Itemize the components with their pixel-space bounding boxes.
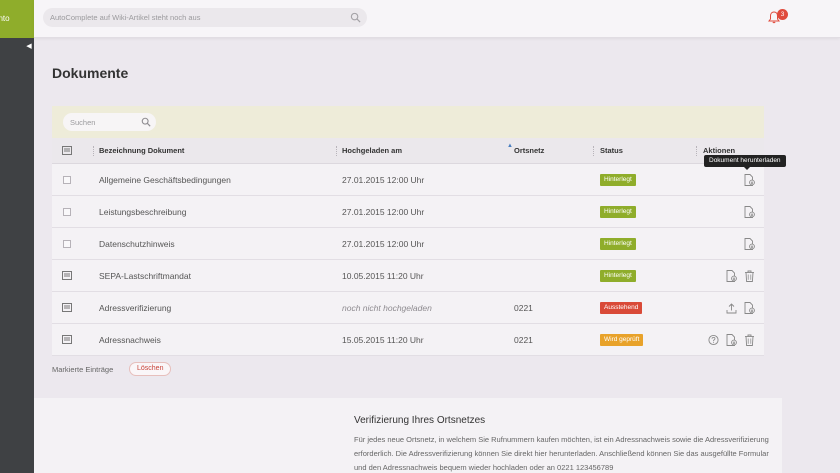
- status-badge: Hinterlegt: [600, 238, 636, 250]
- row-checkbox[interactable]: [63, 240, 71, 248]
- brand-logo[interactable]: onto: [0, 0, 34, 38]
- row-select-icon[interactable]: [62, 303, 72, 312]
- global-search-input[interactable]: [50, 8, 340, 27]
- status-badge: Ausstehend: [600, 302, 643, 314]
- page-title: Dokumente: [52, 65, 129, 81]
- uploaded-date: 15.05.2015 11:20 Uhr: [342, 335, 424, 345]
- uploaded-date: 10.05.2015 11:20 Uhr: [342, 271, 424, 281]
- row-select-icon[interactable]: [62, 271, 72, 280]
- left-rail: [0, 0, 34, 473]
- document-name[interactable]: Adressnachweis: [99, 324, 161, 356]
- delete-button[interactable]: Löschen: [129, 362, 172, 376]
- upload-icon[interactable]: [726, 302, 737, 314]
- download-document-icon[interactable]: [726, 270, 737, 282]
- select-all-icon[interactable]: [62, 146, 72, 155]
- documents-panel: Bezeichnung Dokument Hochgeladen am ▲ Or…: [52, 106, 764, 356]
- filter-bar: [52, 106, 764, 138]
- top-bar: 3: [34, 0, 840, 38]
- download-document-icon[interactable]: [744, 206, 755, 218]
- table-header: Bezeichnung Dokument Hochgeladen am ▲ Or…: [52, 138, 764, 164]
- document-name[interactable]: Datenschutzhinweis: [99, 228, 175, 260]
- download-document-icon[interactable]: [744, 238, 755, 250]
- uploaded-date: noch nicht hochgeladen: [342, 303, 432, 313]
- trash-icon[interactable]: [744, 334, 755, 346]
- uploaded-date: 27.01.2015 12:00 Uhr: [342, 175, 425, 185]
- table-row: Allgemeine Geschäftsbedingungen 27.01.20…: [52, 164, 764, 196]
- status-badge: Wird geprüft: [600, 334, 644, 346]
- info-section: Verifizierung Ihres Ortsnetzes Für jedes…: [34, 398, 782, 473]
- download-tooltip: Dokument herunterladen: [704, 155, 786, 170]
- help-icon[interactable]: [708, 334, 719, 346]
- brand-label: onto: [0, 14, 10, 23]
- header-name[interactable]: Bezeichnung Dokument: [99, 138, 184, 164]
- info-text: Für jedes neue Ortsnetz, in welchem Sie …: [354, 435, 769, 472]
- collapse-sidebar-icon[interactable]: ◀: [24, 42, 34, 52]
- table-search-input[interactable]: [70, 113, 140, 131]
- search-icon[interactable]: [141, 117, 151, 127]
- table-row: Leistungsbeschreibung 27.01.2015 12:00 U…: [52, 196, 764, 228]
- row-checkbox[interactable]: [63, 208, 71, 216]
- download-document-icon[interactable]: [726, 334, 737, 346]
- document-name[interactable]: SEPA-Lastschriftmandat: [99, 260, 191, 292]
- trash-icon[interactable]: [744, 270, 755, 282]
- table-row: Adressnachweis 15.05.2015 11:20 Uhr 0221…: [52, 324, 764, 356]
- row-checkbox[interactable]: [63, 176, 71, 184]
- global-search: [43, 8, 367, 27]
- network-code: 0221: [514, 303, 533, 313]
- header-uploaded[interactable]: Hochgeladen am: [342, 138, 402, 164]
- status-badge: Hinterlegt: [600, 270, 636, 282]
- document-name[interactable]: Leistungsbeschreibung: [99, 196, 186, 228]
- sort-asc-icon[interactable]: ▲: [507, 143, 513, 149]
- uploaded-date: 27.01.2015 12:00 Uhr: [342, 239, 425, 249]
- table-row: Datenschutzhinweis 27.01.2015 12:00 Uhr …: [52, 228, 764, 260]
- header-network[interactable]: Ortsnetz: [514, 138, 544, 164]
- table-search: [63, 113, 156, 131]
- header-status[interactable]: Status: [600, 138, 623, 164]
- table-row: Adressverifizierung noch nicht hochgelad…: [52, 292, 764, 324]
- network-code: 0221: [514, 335, 533, 345]
- download-document-icon[interactable]: [744, 174, 755, 186]
- status-badge: Hinterlegt: [600, 174, 636, 186]
- status-badge: Hinterlegt: [600, 206, 636, 218]
- document-name[interactable]: Adressverifizierung: [99, 292, 171, 324]
- row-select-icon[interactable]: [62, 335, 72, 344]
- download-document-icon[interactable]: [744, 302, 755, 314]
- info-title: Verifizierung Ihres Ortsnetzes: [354, 415, 486, 426]
- uploaded-date: 27.01.2015 12:00 Uhr: [342, 207, 425, 217]
- marked-entries-label: Markierte Einträge: [52, 365, 114, 374]
- table-row: SEPA-Lastschriftmandat 10.05.2015 11:20 …: [52, 260, 764, 292]
- document-name[interactable]: Allgemeine Geschäftsbedingungen: [99, 164, 231, 196]
- notification-badge: 3: [777, 9, 788, 20]
- search-icon[interactable]: [350, 12, 361, 23]
